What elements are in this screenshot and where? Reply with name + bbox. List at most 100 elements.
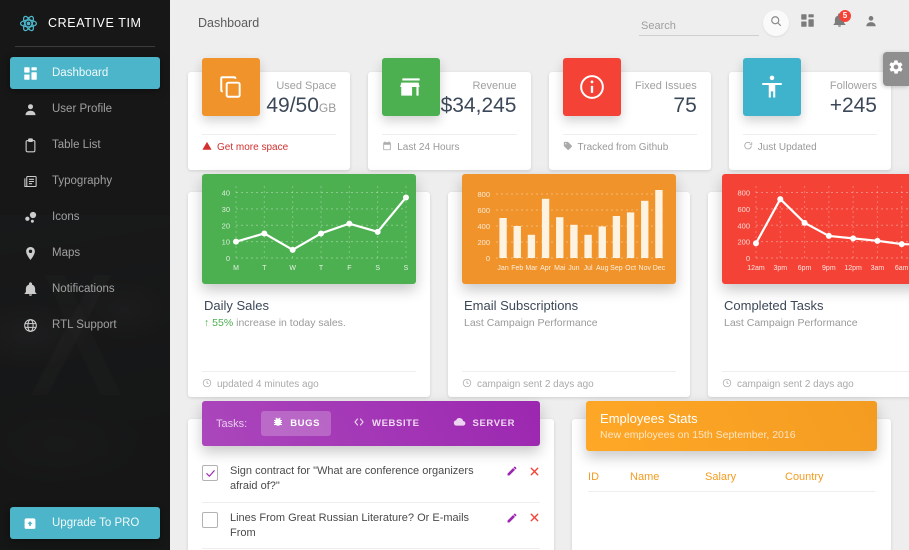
chart-footer: campaign sent 2 days ago [462,371,676,397]
charts-row: 0 10 20 30 40 M T W T F S S Daily Sales ↑ 55% incre… [188,174,909,397]
settings-tab-button[interactable] [883,52,909,86]
bug-icon [272,416,284,431]
topbar-actions: 5 [639,9,885,37]
task-list: Sign contract for "What are conference o… [188,446,554,550]
stat-number: +245 [829,94,877,117]
tab-bugs[interactable]: BUGS [261,411,332,436]
task-row: Sign contract for "What are conference o… [202,460,541,503]
task-checkbox[interactable] [202,511,218,528]
search-button[interactable] [763,10,789,36]
topbar: Dashboard Search 5 [170,0,909,46]
task-text: Sign contract for "What are conference o… [230,465,474,492]
sidebar-item-maps[interactable]: Maps [10,237,160,269]
tag-icon [563,141,573,154]
notifications-button[interactable]: 5 [825,9,853,37]
stat-number: 49/50 [266,94,319,117]
svg-text:Jun: Jun [568,265,579,272]
sidebar-nav: Dashboard User Profile Table List Typogr… [0,57,170,341]
chart-footer-text: campaign sent 2 days ago [737,379,854,390]
upgrade-to-pro-button[interactable]: Upgrade To PRO [10,507,160,539]
tab-website[interactable]: WEBSITE [341,411,430,436]
column-header-salary: Salary [705,471,737,483]
svg-text:T: T [262,265,267,272]
sidebar-item-notifications[interactable]: Notifications [10,273,160,305]
chart-title: Daily Sales [204,298,270,313]
sidebar-item-label: RTL Support [52,319,117,331]
sidebar-item-icons[interactable]: Icons [10,201,160,233]
calendar-icon [382,141,392,154]
chart-card-email-subscriptions: 0 200 400 600 800 Jan Feb Mar Apr Mai Jun Jul Aug Sep… [448,174,690,397]
notification-badge: 5 [839,10,851,22]
pencil-icon[interactable] [506,512,518,524]
tasks-card: Tasks: BUGS WEBSITE SERVER Sign contract… [188,401,555,550]
task-checkbox[interactable] [202,465,218,481]
task-row: Lines From Great Russian Literature? Or … [202,503,541,550]
sidebar-item-label: Table List [52,139,101,151]
stat-value: 75 [635,94,696,118]
chart-footer-text: campaign sent 2 days ago [477,379,594,390]
stat-footer-text: Get more space [217,142,289,153]
sidebar-item-label: Icons [52,211,80,223]
stat-footer-text: Last 24 Hours [397,142,460,153]
sidebar-item-typography[interactable]: Typography [10,165,160,197]
close-x-icon[interactable] [528,512,540,524]
svg-text:Mar: Mar [525,265,538,272]
svg-text:T: T [319,265,324,272]
svg-text:F: F [347,265,351,272]
svg-text:Mai: Mai [554,265,566,272]
chart-card-completed-tasks: 020040060080012am3pm6pm9pm12pm3am6am9am … [708,174,909,397]
sidebar: CREATIVE TIM Dashboard User Profile Tabl… [0,0,170,550]
brand[interactable]: CREATIVE TIM [0,0,170,46]
column-header-country: Country [785,471,824,483]
person-icon [864,14,878,33]
tasks-card-header: Tasks: BUGS WEBSITE SERVER [202,401,541,446]
accessibility-icon [742,58,801,116]
close-x-icon[interactable] [528,465,540,477]
sidebar-item-user-profile[interactable]: User Profile [10,93,160,125]
chart-subtitle: Last Campaign Performance [724,317,858,329]
pencil-icon[interactable] [506,465,518,477]
code-icon [352,416,366,431]
search-area [639,10,789,36]
tasks-label: Tasks: [216,417,248,430]
chart-title: Completed Tasks [724,298,824,313]
update-icon [743,141,753,154]
apps-grid-button[interactable] [793,9,821,37]
dashboard-grid-icon [22,65,38,81]
sidebar-item-dashboard[interactable]: Dashboard [10,57,160,89]
stat-card-fixed-issues: Fixed Issues 75 Tracked from Github [548,58,711,170]
column-header-name: Name [630,471,660,483]
content-copy-icon [202,58,260,116]
svg-text:40: 40 [222,189,230,198]
stat-footer[interactable]: Get more space [202,134,337,154]
svg-text:200: 200 [477,238,490,247]
daily-sales-chart: 0 10 20 30 40 M T W T F S S [202,174,416,284]
svg-text:Dec: Dec [653,265,666,272]
profile-button[interactable] [857,9,885,37]
stat-label: Used Space [276,80,337,92]
stat-value: $34,245 [441,94,517,118]
clock-icon [462,378,472,391]
svg-text:800: 800 [737,189,750,198]
tab-label: SERVER [472,418,516,429]
svg-text:20: 20 [222,221,230,230]
tab-server[interactable]: SERVER [441,411,527,436]
stat-value: +245 [830,94,877,118]
stat-footer-text: Tracked from Github [577,142,669,153]
sidebar-item-rtl-support[interactable]: RTL Support [10,309,160,341]
sidebar-item-table-list[interactable]: Table List [10,129,160,161]
employees-stats-card: Employees Stats New employees on 15th Se… [572,401,891,550]
cloud-icon [452,416,467,431]
search-input[interactable] [639,18,759,36]
bottom-row: Tasks: BUGS WEBSITE SERVER Sign contract… [188,401,891,550]
content-area: Used Space 49/50GB Get more space Revenu… [170,46,909,550]
svg-text:600: 600 [477,206,490,215]
stat-card-used-space: Used Space 49/50GB Get more space [188,58,351,170]
stat-unit: GB [318,101,337,115]
svg-text:400: 400 [477,222,490,231]
completed-tasks-chart: 020040060080012am3pm6pm9pm12pm3am6am9am [722,174,909,284]
stats-row: Used Space 49/50GB Get more space Revenu… [188,46,891,170]
brand-name: CREATIVE TIM [48,16,142,30]
svg-text:Nov: Nov [639,265,652,272]
chart-footer: campaign sent 2 days ago [722,371,909,397]
